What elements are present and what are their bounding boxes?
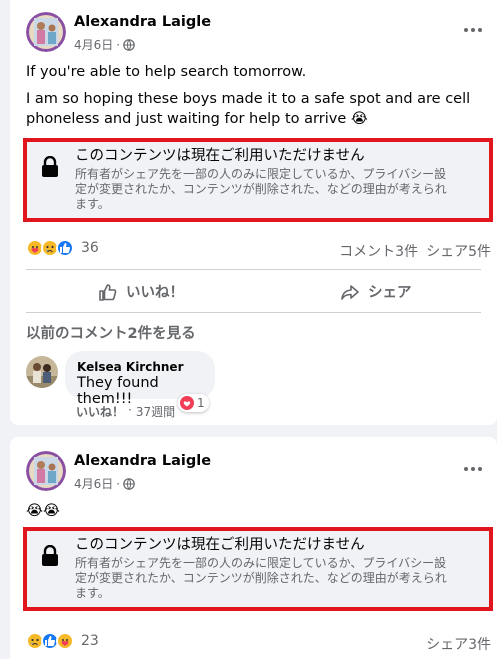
globe-icon [123,477,135,490]
like-button[interactable]: いいね！ [98,281,184,302]
notice-body-line: 所有者がシェア先を一部の人のみに限定しているか、プライバシー設 [75,556,447,570]
notice-body: 所有者がシェア先を一部の人のみに限定しているか、プライバシー設 定が変更されたか… [75,167,485,212]
notice-body-line: 定が変更されたか、コンテンツが削除された、などの理由が考えられ [75,182,447,196]
share-button[interactable]: シェア [340,281,412,302]
comment-like-link[interactable]: いいね！ [76,403,124,420]
reaction-summary[interactable]: 23 [26,632,99,650]
notice-body-line: 所有者がシェア先を一部の人のみに限定しているか、プライバシー設 [75,167,447,181]
comment-bubble: Kelsea Kirchner They found them!!! [65,351,215,407]
meta-separator: · [116,476,121,491]
author-name[interactable]: Alexandra Laigle [74,14,211,30]
comment-reaction-badge[interactable]: 1 [178,394,209,412]
post-text-line-3-text: phoneless and just waiting for help to a… [26,111,347,127]
like-label: いいね！ [126,285,184,301]
lock-icon [42,156,58,177]
divider [26,269,481,270]
view-previous-comments-link[interactable]: 以前のコメント2件を見る [26,322,196,343]
post-date[interactable]: 4月6日 [74,475,113,492]
more-options-icon[interactable] [459,22,487,38]
commenter-avatar[interactable] [26,356,58,388]
globe-icon [123,38,135,51]
notice-body-line: ます。 [75,586,110,600]
unavailable-content-notice: このコンテンツは現在ご利用いただけません 所有者がシェア先を一部の人のみに限定し… [23,527,493,611]
post-card: Alexandra Laigle 4月6日 · If you're able t… [10,0,497,425]
post-meta: 4月6日 · [74,36,135,53]
notice-title: このコンテンツは現在ご利用いただけません [75,148,365,164]
more-options-icon[interactable] [459,461,487,477]
commenter-name[interactable]: Kelsea Kirchner [77,360,183,374]
post-text-line-1: If you're able to help search tomorrow. [26,64,307,80]
post-emoji-line: 😭😭 [26,503,60,519]
lock-icon [42,545,58,566]
post-date[interactable]: 4月6日 [74,36,113,53]
divider [26,312,481,313]
engagement-counts: シェア3件 [426,634,491,654]
comment-actions: いいね！ · 37週間 [76,403,175,420]
post-meta: 4月6日 · [74,475,135,492]
share-label: シェア [368,285,412,301]
unavailable-content-notice: このコンテンツは現在ご利用いただけません 所有者がシェア先を一部の人のみに限定し… [23,138,493,222]
care-reaction-icon [56,632,74,650]
meta-separator: · [116,37,121,52]
like-reaction-icon [56,239,74,257]
notice-body-line: 定が変更されたか、コンテンツが削除された、などの理由が考えられ [75,571,447,585]
share-count[interactable]: シェア3件 [426,634,491,654]
heart-reaction-icon [180,396,194,410]
comment-time[interactable]: 37週間 [136,403,175,420]
notice-body: 所有者がシェア先を一部の人のみに限定しているか、プライバシー設 定が変更されたか… [75,556,485,601]
post-card: Alexandra Laigle 4月6日 · 😭😭 このコンテンツは現在ご利用… [10,437,497,659]
author-avatar[interactable] [26,12,66,52]
reaction-summary[interactable]: 36 [26,239,99,257]
crying-emoji: 😭 [350,111,368,127]
notice-body-line: ます。 [75,197,110,211]
post-text-line-2: I am so hoping these boys made it to a s… [26,91,471,107]
comment-count[interactable]: コメント3件 [339,241,418,261]
engagement-counts: コメント3件 シェア5件 [339,241,491,261]
share-icon [341,284,359,300]
author-name[interactable]: Alexandra Laigle [74,453,211,469]
post-text-line-3: phoneless and just waiting for help to a… [26,109,368,129]
notice-title: このコンテンツは現在ご利用いただけません [75,537,365,553]
comment-separator: · [128,403,132,417]
reaction-count: 36 [81,240,99,256]
comment-reaction-count: 1 [197,396,205,410]
share-count[interactable]: シェア5件 [426,241,491,261]
thumbs-up-icon [99,283,117,301]
author-avatar[interactable] [26,451,66,491]
reaction-count: 23 [81,633,99,649]
